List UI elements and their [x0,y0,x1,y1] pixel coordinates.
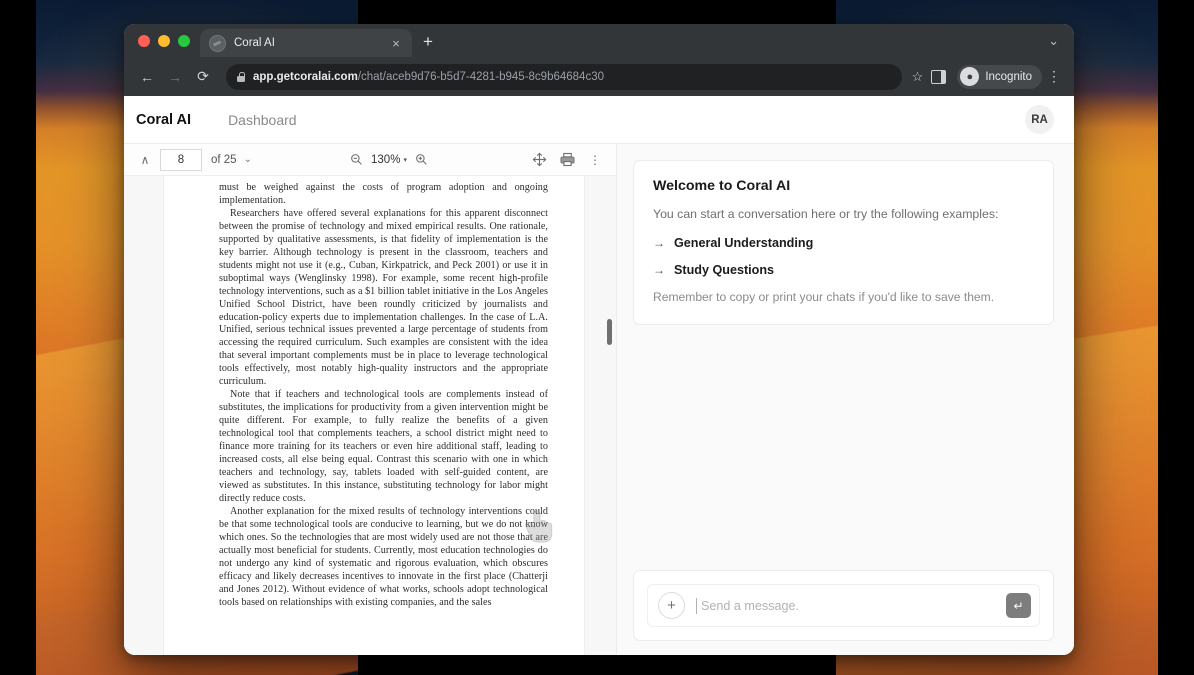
pdf-text-layer: must be weighed against the costs of pro… [164,176,584,609]
example-prompt-general-understanding[interactable]: → General Understanding [653,236,1034,250]
address-bar[interactable]: app.getcoralai.com/chat/aceb9d76-b5d7-42… [226,64,902,90]
browser-menu-button[interactable]: ⋮ [1044,68,1064,85]
pdf-paragraph: must be weighed against the costs of pro… [219,182,548,208]
bookmark-star-icon[interactable]: ☆ [912,69,924,85]
chat-spacer [633,325,1054,570]
url-path: /chat/aceb9d76-b5d7-4281-b945-8c9b64684c… [358,71,604,83]
pdf-paragraph: Another explanation for the mixed result… [219,506,548,610]
pdf-canvas[interactable]: must be weighed against the costs of pro… [124,176,616,655]
welcome-subtitle: You can start a conversation here or try… [653,207,1034,221]
url-domain: app.getcoralai.com [253,71,358,83]
browser-tab[interactable]: Coral AI × [200,29,412,57]
tab-favicon-icon [209,35,226,52]
pdf-scrollbar[interactable] [606,176,614,655]
welcome-title: Welcome to Coral AI [653,178,1034,194]
example-prompt-label: Study Questions [674,263,774,277]
reload-button[interactable]: ⟳ [190,64,216,90]
zoom-out-icon [350,153,363,166]
app-brand[interactable]: Coral AI [136,112,191,128]
send-message-button[interactable]: ↵ [1006,593,1031,618]
zoom-in-button[interactable] [409,148,435,172]
side-panel-icon [931,70,946,84]
tab-title: Coral AI [234,37,381,49]
collapse-chevron-icon[interactable]: ∧ [132,148,158,172]
nav-link-dashboard[interactable]: Dashboard [228,112,297,128]
lock-icon [237,72,245,82]
url-text: app.getcoralai.com/chat/aceb9d76-b5d7-42… [253,71,891,83]
zoom-caret-icon: ▾ [403,156,407,164]
zoom-out-button[interactable] [343,148,369,172]
message-composer: + ↵ [633,570,1054,641]
pdf-viewer: ∧ 8 of 25 ⌄ 130% ▾ [124,144,617,655]
incognito-label: Incognito [985,71,1032,83]
pdf-paragraph: Note that if teachers and technological … [219,389,548,506]
app-header: Coral AI Dashboard RA [124,96,1074,144]
zoom-in-icon [415,153,428,166]
incognito-badge[interactable]: ● Incognito [957,65,1042,89]
incognito-avatar-icon: ● [960,67,979,86]
forward-button[interactable]: → [162,64,188,90]
browser-toolbar: ← → ⟳ app.getcoralai.com/chat/aceb9d76-b… [124,57,1074,96]
pdf-scrollbar-thumb[interactable] [607,319,612,345]
print-button[interactable] [554,148,580,172]
example-prompt-study-questions[interactable]: → Study Questions [653,263,1034,277]
close-window-button[interactable] [138,35,150,47]
pdf-page: must be weighed against the costs of pro… [164,176,584,655]
zoom-level-label: 130% [371,154,400,166]
pdf-toolbar-right: ⋮ [526,148,608,172]
browser-window: Coral AI × + ⌄ ← → ⟳ app.getcoralai.com/… [124,24,1074,655]
chevron-down-icon[interactable]: ⌄ [1048,33,1059,49]
side-panel-button[interactable] [925,64,951,90]
arrow-right-icon: → [653,236,665,250]
welcome-note: Remember to copy or print your chats if … [653,290,1034,304]
window-traffic-lights [124,24,200,57]
print-icon [560,152,575,167]
new-tab-button[interactable]: + [423,33,433,50]
pdf-paragraph: Researchers have offered several explana… [219,208,548,389]
minimize-window-button[interactable] [158,35,170,47]
browser-tab-strip: Coral AI × + ⌄ [124,24,1074,57]
message-input[interactable] [696,598,995,614]
add-attachment-button[interactable]: + [658,592,685,619]
page-total-label: of 25 [211,154,237,166]
page-chevron-down-icon[interactable]: ⌄ [244,154,252,165]
pdf-more-menu-button[interactable]: ⋮ [582,148,608,172]
page-number-input[interactable]: 8 [160,149,202,171]
pdf-toolbar: ∧ 8 of 25 ⌄ 130% ▾ [124,144,616,176]
user-avatar[interactable]: RA [1025,105,1054,134]
zoom-level-selector[interactable]: 130% ▾ [371,154,407,166]
chat-panel: Welcome to Coral AI You can start a conv… [617,144,1074,655]
close-tab-icon[interactable]: × [389,37,403,50]
composer-row: + ↵ [647,584,1040,627]
app-body: ∧ 8 of 25 ⌄ 130% ▾ [124,144,1074,655]
example-prompt-label: General Understanding [674,236,813,250]
back-button[interactable]: ← [134,64,160,90]
move-tool-icon [532,152,547,167]
welcome-card: Welcome to Coral AI You can start a conv… [633,160,1054,325]
pan-tool-button[interactable] [526,148,552,172]
arrow-right-icon: → [653,263,665,277]
maximize-window-button[interactable] [178,35,190,47]
web-page: Coral AI Dashboard RA ∧ 8 of 25 ⌄ [124,96,1074,655]
